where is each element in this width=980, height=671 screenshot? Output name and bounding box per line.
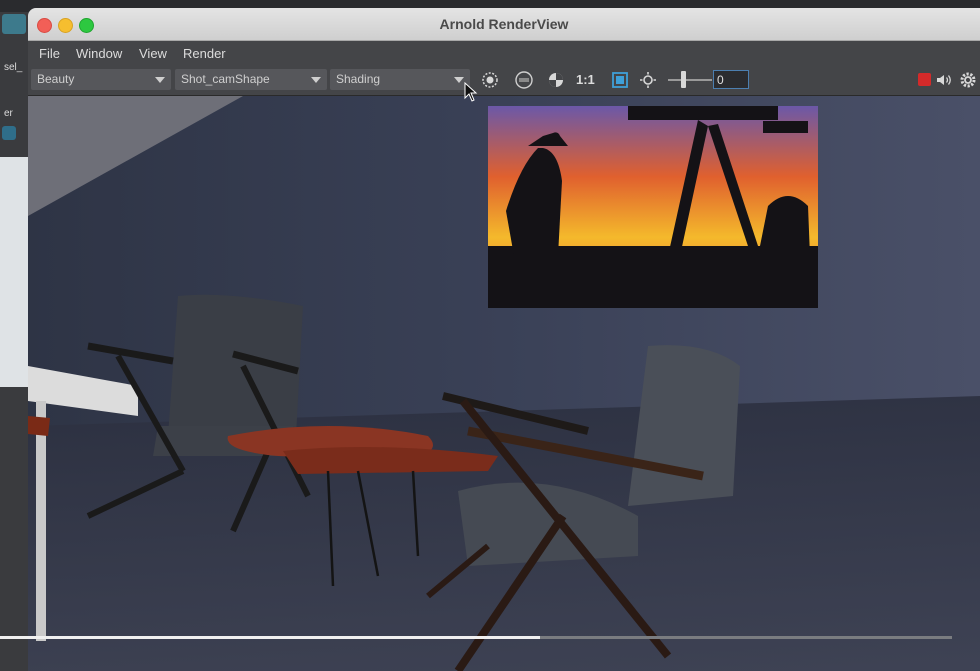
exposure-slider-track[interactable] <box>668 79 712 81</box>
render-progress-fill <box>0 636 541 639</box>
aov-value: Beauty <box>37 72 75 86</box>
ratio-button[interactable]: 1:1 <box>576 72 595 87</box>
render-viewport[interactable] <box>28 96 980 671</box>
window-title: Arnold RenderView <box>439 16 569 32</box>
speaker-icon[interactable] <box>934 70 954 90</box>
maya-side-viewport <box>0 157 28 387</box>
sun-icon[interactable] <box>638 70 658 90</box>
chevron-down-icon <box>155 77 165 83</box>
chevron-down-icon <box>454 77 464 83</box>
chevron-down-icon <box>311 77 321 83</box>
record-icon[interactable] <box>918 73 931 86</box>
debug-shading-dropdown[interactable]: Shading <box>330 69 470 90</box>
exposure-input[interactable]: 0 <box>713 70 749 89</box>
maya-panel-icon[interactable] <box>2 126 16 140</box>
maya-tool-icon[interactable] <box>2 14 26 34</box>
menu-render[interactable]: Render <box>183 46 226 61</box>
menu-view[interactable]: View <box>139 46 167 61</box>
camera-value: Shot_camShape <box>181 72 270 86</box>
exposure-slider-handle[interactable] <box>681 71 686 88</box>
debug-shading-value: Shading <box>336 72 381 86</box>
checker-icon[interactable] <box>546 70 566 90</box>
menu-window[interactable]: Window <box>76 46 122 61</box>
region-icon[interactable] <box>610 70 630 90</box>
rgb-icon[interactable] <box>514 70 534 90</box>
camera-dropdown[interactable]: Shot_camShape <box>175 69 327 90</box>
maya-left-label: sel_ <box>4 62 23 73</box>
crosshair-icon[interactable] <box>480 70 500 90</box>
maya-left-panel: sel_ er <box>0 12 30 671</box>
aov-dropdown[interactable]: Beauty <box>31 69 171 90</box>
render-progress-bar <box>0 636 952 639</box>
gear-icon[interactable] <box>958 70 978 90</box>
menu-bar: File Window View Render <box>28 41 980 65</box>
arnold-renderview-window: Arnold RenderView File Window View Rende… <box>28 8 980 671</box>
maya-left-label-2: er <box>4 108 13 119</box>
cursor-icon <box>464 82 478 102</box>
render-image <box>28 96 980 671</box>
title-bar[interactable]: Arnold RenderView <box>28 8 980 41</box>
menu-file[interactable]: File <box>39 46 60 61</box>
toolbar: Beauty Shot_camShape Shading 1:1 0 <box>28 65 980 96</box>
